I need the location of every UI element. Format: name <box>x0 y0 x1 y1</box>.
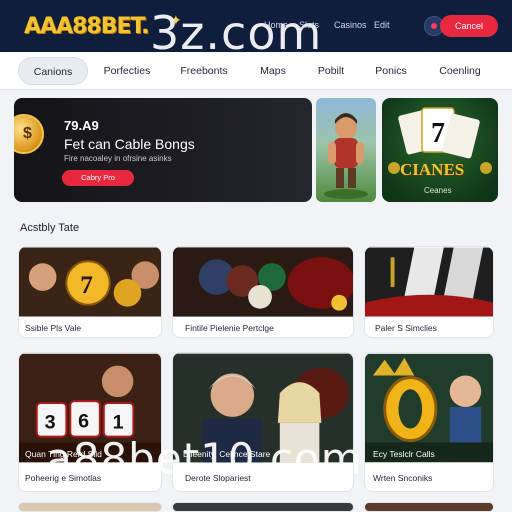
hero-subtitle: Fire nacoaley in ofrsine asinks <box>64 154 172 163</box>
nav-item-home[interactable]: Home <box>264 20 288 30</box>
coin-icon: $ <box>14 114 44 154</box>
hero-banner[interactable]: $ 79.A9 Fet can Cable Bongs Fire nacoale… <box>14 98 312 202</box>
top-header: AAA88BET. ✦ 3z.com Home Slots Casinos Ed… <box>0 0 512 56</box>
brand-logo[interactable]: AAA88BET. <box>24 14 150 39</box>
game-card[interactable] <box>364 502 494 512</box>
nav-item-slots[interactable]: Slots <box>299 20 319 30</box>
game-card[interactable]: 7 Ssible Pls Vale <box>18 246 162 338</box>
svg-text:1: 1 <box>113 412 124 434</box>
nav-item-edit[interactable]: Edit <box>374 20 390 30</box>
promo-cards-card[interactable]: 7 CIANES Ceanes <box>382 98 498 202</box>
game-card-caption: Wrten Snconiks <box>373 473 433 483</box>
game-card-overlay: Ecy Teslclr Calls <box>373 449 435 459</box>
nav-item-casinos[interactable]: Casinos <box>334 20 367 30</box>
tab-maps[interactable]: Maps <box>250 57 296 85</box>
tab-canions[interactable]: Canions <box>18 57 88 85</box>
promo-cards-title: CIANES <box>400 160 465 179</box>
tab-coenling[interactable]: Coenling <box>428 57 492 85</box>
svg-text:6: 6 <box>78 411 89 433</box>
jackpot-game-thumbnail <box>365 353 493 463</box>
watermark-top: 3z.com <box>150 6 323 60</box>
game-card-caption: Paler S Simclies <box>375 323 437 333</box>
game-card[interactable]: Paler S Simclies <box>364 246 494 338</box>
game-card[interactable]: Ecy Teslclr Calls Wrten Snconiks <box>364 352 494 492</box>
game-card[interactable]: Fintile Pielenie Pertclge <box>172 246 354 338</box>
svg-text:7: 7 <box>80 270 93 299</box>
tab-ponics[interactable]: Ponics <box>366 57 416 85</box>
game-card-caption: Ssible Pls Vale <box>25 323 82 333</box>
tab-pobilt[interactable]: Pobilt <box>306 57 356 85</box>
promo-cards-subtitle: Ceanes <box>424 186 452 195</box>
tab-freebonts[interactable]: Freebonts <box>170 57 238 85</box>
svg-text:7: 7 <box>431 118 445 149</box>
game-card[interactable] <box>18 502 162 512</box>
game-card[interactable] <box>172 502 354 512</box>
warrior-illustration <box>324 113 368 199</box>
watermark-bottom: a88bet10.com <box>46 434 363 483</box>
header-cta-button[interactable]: Cancel <box>440 15 498 37</box>
category-tabs: Canions Porfecties Freebonts Maps Pobilt… <box>0 52 512 90</box>
roulette-chips-thumbnail <box>173 247 353 317</box>
hero-title: Fet can Cable Bongs <box>64 136 195 152</box>
svg-text:3: 3 <box>45 412 56 434</box>
hero-amount: 79.A9 <box>64 118 99 133</box>
racing-game-thumbnail <box>365 247 493 317</box>
promo-character-card[interactable] <box>316 98 376 202</box>
game-card-caption: Fintile Pielenie Pertclge <box>185 323 274 333</box>
slot-game-thumbnail: 7 <box>19 247 161 317</box>
hero-cta-button[interactable]: Cabry Pro <box>62 170 134 186</box>
section-title: Acstbly Tate <box>20 222 80 234</box>
tab-porfecties[interactable]: Porfecties <box>94 57 160 85</box>
